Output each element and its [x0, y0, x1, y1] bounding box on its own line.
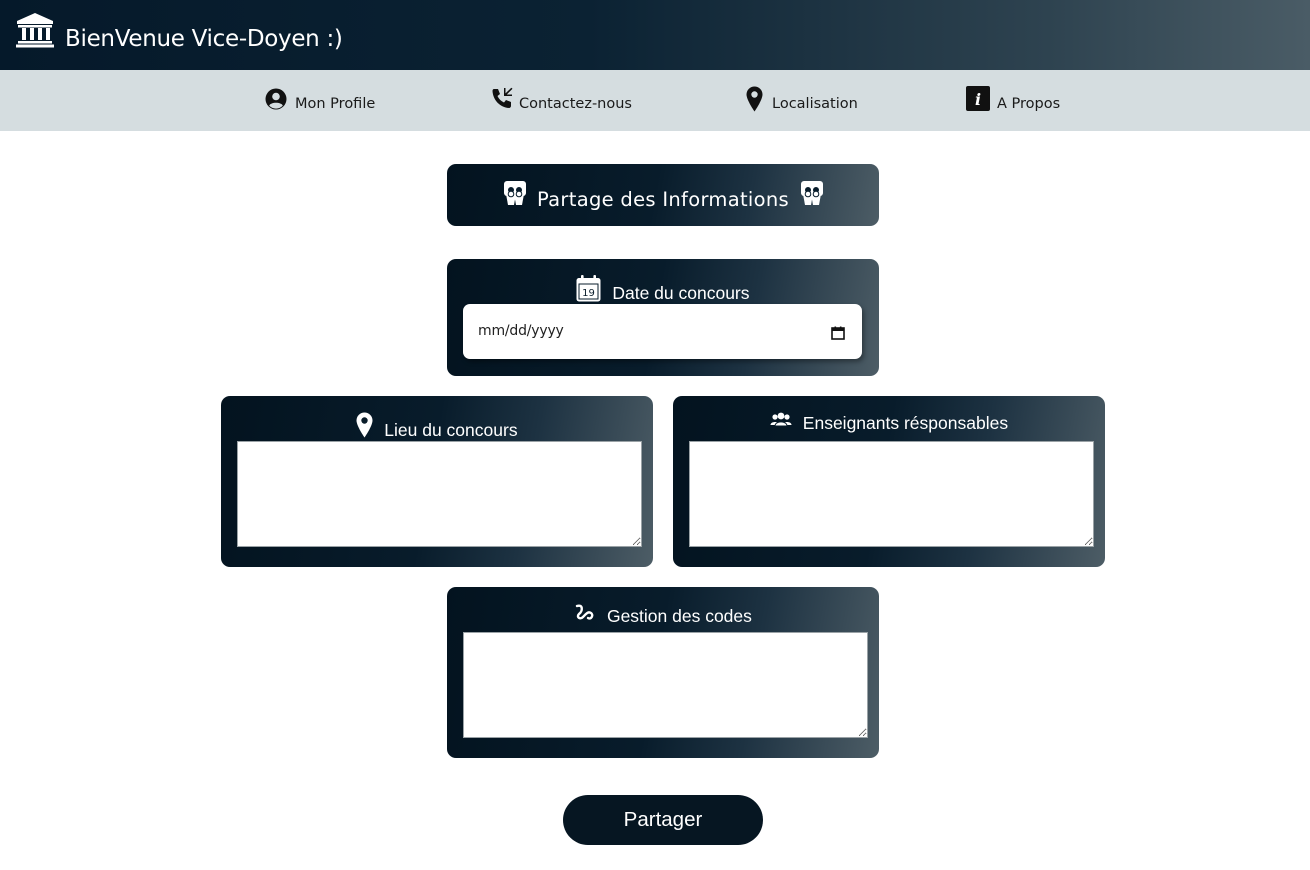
date-label-text: Date du concours	[612, 283, 750, 303]
app-header: BienVenue Vice-Doyen :)	[0, 0, 1310, 70]
squiggle-icon	[574, 604, 607, 626]
calendar-picker-icon[interactable]	[831, 325, 845, 344]
date-panel: 19 Date du concours mm/dd/yyyy	[447, 259, 879, 376]
nav-label: A Propos	[997, 96, 1061, 112]
codes-textarea[interactable]	[463, 632, 868, 738]
date-label: 19 Date du concours	[447, 275, 879, 304]
lieu-label: Lieu du concours	[221, 412, 653, 441]
enseignants-label-text: Enseignants résponsables	[802, 413, 1009, 433]
lieu-textarea[interactable]	[237, 441, 642, 547]
codes-label-text: Gestion des codes	[606, 606, 752, 626]
calendar-icon: 19	[576, 275, 612, 303]
page-title: BienVenue Vice-Doyen :)	[65, 26, 343, 52]
nav-label: Mon Profile	[295, 96, 376, 112]
lieu-label-text: Lieu du concours	[384, 420, 518, 440]
section-title-text: Partage des Informations	[537, 188, 789, 211]
svg-text:i: i	[975, 90, 981, 109]
nav-bar: Mon Profile Contactez-nous Localisation …	[0, 70, 1310, 131]
codes-label: Gestion des codes	[447, 603, 879, 627]
users-icon	[770, 412, 803, 433]
share-people-icon	[499, 181, 538, 211]
nav-label: Localisation	[772, 96, 858, 112]
map-marker-icon	[356, 412, 384, 440]
enseignants-label: Enseignants résponsables	[673, 412, 1105, 434]
nav-label: Contactez-nous	[519, 96, 632, 112]
codes-panel: Gestion des codes	[447, 587, 879, 758]
university-building-icon	[15, 12, 55, 48]
calendar-day-number: 19	[583, 288, 596, 299]
partager-button[interactable]: Partager	[563, 795, 763, 845]
share-people-icon	[796, 181, 828, 211]
date-placeholder: mm/dd/yyyy	[478, 323, 564, 339]
lieu-panel: Lieu du concours	[221, 396, 653, 567]
enseignants-textarea[interactable]	[689, 441, 1094, 547]
enseignants-panel: Enseignants résponsables	[673, 396, 1105, 567]
date-input[interactable]: mm/dd/yyyy	[463, 304, 862, 359]
section-title: Partage des Informations	[447, 180, 879, 211]
section-title-banner: Partage des Informations	[447, 164, 879, 226]
